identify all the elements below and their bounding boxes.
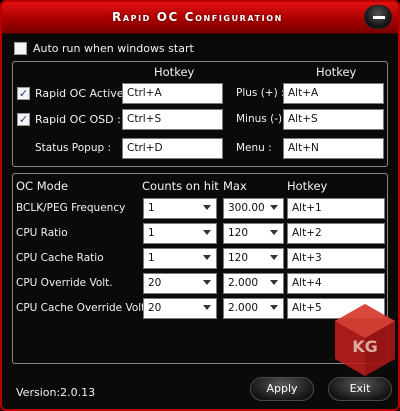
title-bar[interactable]: Rapid OC Configuration bbox=[2, 2, 398, 34]
chevron-down-icon bbox=[203, 205, 211, 210]
counts-select[interactable]: 20 bbox=[143, 273, 217, 294]
counts-value: 20 bbox=[148, 302, 162, 314]
max-select[interactable]: 120 bbox=[223, 223, 284, 244]
max-select[interactable]: 2.000 bbox=[223, 298, 284, 319]
counts-select[interactable]: 1 bbox=[143, 198, 217, 219]
rapid-oc-active-checkbox[interactable]: ✓ bbox=[17, 87, 30, 100]
max-value: 300.00 bbox=[228, 202, 265, 214]
minimize-icon bbox=[373, 16, 385, 19]
rapid-oc-active-hotkey-field[interactable]: Ctrl+A bbox=[122, 83, 223, 104]
oc-row-label: CPU Cache Override Volt. bbox=[16, 302, 149, 314]
hotkey-header-right: Hotkey bbox=[316, 65, 357, 79]
auto-run-checkbox[interactable] bbox=[14, 41, 27, 55]
counts-select[interactable]: 1 bbox=[143, 223, 217, 244]
rapid-oc-active-option[interactable]: ✓ Rapid OC Active : bbox=[17, 87, 131, 100]
auto-run-label: Auto run when windows start bbox=[33, 41, 194, 55]
rapid-oc-osd-option[interactable]: ✓ Rapid OC OSD : bbox=[17, 113, 121, 126]
chevron-down-icon bbox=[270, 205, 278, 210]
chevron-down-icon bbox=[203, 280, 211, 285]
chevron-down-icon bbox=[270, 255, 278, 260]
status-popup-label: Status Popup : bbox=[35, 142, 112, 154]
plus-hotkey-field[interactable]: Alt+A bbox=[283, 83, 384, 104]
auto-run-option[interactable]: Auto run when windows start bbox=[14, 40, 194, 56]
chevron-down-icon bbox=[270, 230, 278, 235]
logo-text: KG bbox=[352, 337, 378, 356]
oc-row-label: CPU Cache Ratio bbox=[16, 252, 104, 264]
rapid-oc-window: Rapid OC Configuration Auto run when win… bbox=[0, 0, 400, 411]
hotkey-panel: Hotkey Hotkey ✓ Rapid OC Active : Ctrl+A… bbox=[12, 61, 388, 167]
max-value: 120 bbox=[228, 252, 249, 264]
version-label: Version:2.0.13 bbox=[16, 386, 96, 399]
max-value: 120 bbox=[228, 227, 249, 239]
minus-hotkey-field[interactable]: Alt+S bbox=[283, 109, 384, 130]
rapid-oc-osd-hotkey-field[interactable]: Ctrl+S bbox=[122, 109, 223, 130]
rapid-oc-osd-checkbox[interactable]: ✓ bbox=[17, 113, 30, 126]
status-popup-hotkey-field[interactable]: Ctrl+D bbox=[122, 138, 223, 159]
counts-value: 20 bbox=[148, 277, 162, 289]
max-header: Max bbox=[223, 179, 247, 193]
oc-hotkey-field[interactable]: Alt+2 bbox=[287, 223, 385, 244]
oc-row-label: CPU Ratio bbox=[16, 227, 68, 239]
window-title: Rapid OC Configuration bbox=[112, 10, 283, 24]
chevron-down-icon bbox=[270, 280, 278, 285]
max-select[interactable]: 2.000 bbox=[223, 273, 284, 294]
rapid-oc-osd-label: Rapid OC OSD : bbox=[35, 113, 121, 126]
chevron-down-icon bbox=[203, 230, 211, 235]
plus-label: Plus (+) : bbox=[236, 87, 285, 99]
oc-hotkey-field[interactable]: Alt+4 bbox=[287, 273, 385, 294]
kg-watermark-logo: KG bbox=[335, 304, 395, 376]
exit-button[interactable]: Exit bbox=[328, 377, 392, 401]
menu-hotkey-field[interactable]: Alt+N bbox=[283, 138, 384, 159]
max-value: 2.000 bbox=[228, 277, 259, 289]
menu-label: Menu : bbox=[236, 142, 272, 154]
hotkey-header: Hotkey bbox=[287, 179, 328, 193]
counts-value: 1 bbox=[148, 252, 155, 264]
rapid-oc-active-label: Rapid OC Active : bbox=[35, 87, 131, 100]
counts-select[interactable]: 1 bbox=[143, 248, 217, 269]
counts-on-hit-header: Counts on hit bbox=[142, 179, 219, 193]
chevron-down-icon bbox=[270, 305, 278, 310]
apply-button[interactable]: Apply bbox=[250, 377, 314, 401]
max-value: 2.000 bbox=[228, 302, 259, 314]
counts-select[interactable]: 20 bbox=[143, 298, 217, 319]
hotkey-header-left: Hotkey bbox=[154, 65, 195, 79]
counts-value: 1 bbox=[148, 202, 155, 214]
max-select[interactable]: 120 bbox=[223, 248, 284, 269]
chevron-down-icon bbox=[203, 305, 211, 310]
oc-row-label: CPU Override Volt. bbox=[16, 277, 113, 289]
max-select[interactable]: 300.00 bbox=[223, 198, 284, 219]
chevron-down-icon bbox=[203, 255, 211, 260]
minimize-button[interactable] bbox=[364, 5, 392, 29]
oc-row-label: BCLK/PEG Frequency bbox=[16, 202, 126, 214]
counts-value: 1 bbox=[148, 227, 155, 239]
oc-mode-header: OC Mode bbox=[16, 179, 69, 193]
oc-hotkey-field[interactable]: Alt+3 bbox=[287, 248, 385, 269]
minus-label: Minus (-) : bbox=[236, 113, 289, 125]
oc-hotkey-field[interactable]: Alt+1 bbox=[287, 198, 385, 219]
